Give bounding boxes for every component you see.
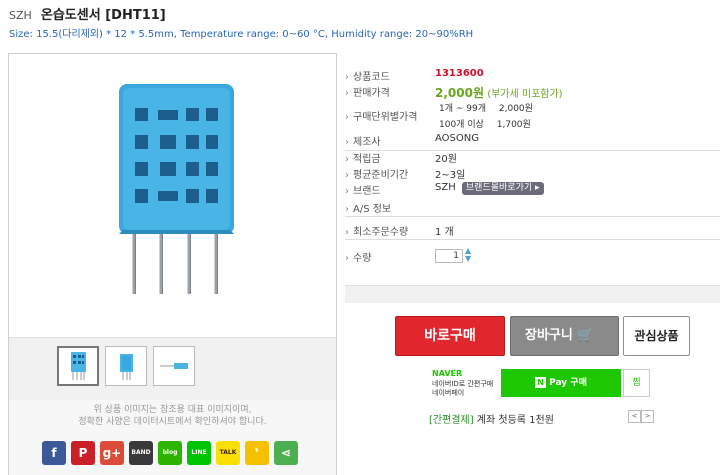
product-spec-subtitle: Size: 15.5(다리제외) * 12 * 5.5mm, Temperatu… bbox=[9, 29, 474, 40]
naver-pay-button[interactable]: N Pay 구매 bbox=[501, 369, 621, 397]
buy-now-button[interactable]: 바로구매 bbox=[395, 316, 505, 356]
maker-label: 제조사 bbox=[345, 133, 433, 148]
wishlist-button[interactable]: 관심상품 bbox=[623, 316, 690, 356]
quantity-input[interactable]: 1 bbox=[435, 249, 463, 263]
thumbnail-front-image bbox=[71, 352, 86, 380]
simple-pay-text: 계좌 첫등록 1천원 bbox=[473, 415, 554, 426]
disclaimer-line-2: 정확한 사양은 데이터시트에서 확인하셔야 합니다. bbox=[78, 417, 267, 427]
divider-1 bbox=[345, 150, 720, 151]
price-vat-note: (부가세 미포함가) bbox=[487, 89, 563, 100]
naver-pay-label: Pay 구매 bbox=[549, 378, 587, 388]
dht11-sensor-image bbox=[119, 84, 234, 294]
thumbnail-side[interactable] bbox=[153, 346, 195, 386]
brand-label: 브랜드 bbox=[345, 182, 433, 197]
tier-2: 100개 이상 1,700원 bbox=[439, 117, 531, 133]
points-label: 적립금 bbox=[345, 150, 433, 165]
tier-2-price: 1,700원 bbox=[496, 120, 531, 130]
simple-pay-tag: [간편결제] bbox=[429, 415, 474, 426]
kakaotalk-share-icon[interactable]: TALK bbox=[216, 441, 240, 465]
product-code-label: 상품코드 bbox=[345, 68, 433, 83]
quantity-down-icon[interactable]: ▼ bbox=[465, 255, 473, 263]
kakaostory-share-icon[interactable]: ❜ bbox=[245, 441, 269, 465]
lead-time-label: 평균준비기간 bbox=[345, 166, 433, 181]
image-disclaimer: 위 상품 이미지는 참조용 대표 이미지이며, 정확한 사양은 데이터시트에서 … bbox=[9, 400, 336, 440]
naver-zzim-button[interactable]: 찜 bbox=[623, 369, 650, 397]
pinterest-share-icon[interactable]: P bbox=[71, 441, 95, 465]
blog-share-icon[interactable]: blog bbox=[158, 441, 182, 465]
tier-1-price: 2,000원 bbox=[498, 104, 533, 114]
page-title: 온습도센서 [DHT11] bbox=[40, 8, 166, 23]
brand-value: SZH bbox=[435, 182, 456, 193]
tier-price-label: 구매단위별가격 bbox=[345, 108, 433, 123]
google-plus-share-icon[interactable]: g+ bbox=[100, 441, 124, 465]
tier-1-qty: 1개 ~ 99개 bbox=[439, 104, 487, 114]
promo-pager: < > bbox=[628, 410, 654, 423]
quantity-stepper[interactable]: ▲ ▼ bbox=[465, 247, 473, 263]
price-value-group: 2,000원 (부가세 미포함가) bbox=[435, 84, 563, 101]
divider-2 bbox=[345, 216, 720, 217]
facebook-share-icon[interactable]: f bbox=[42, 441, 66, 465]
min-order-value: 1 개 bbox=[435, 227, 454, 238]
tier-2-qty: 100개 이상 bbox=[439, 120, 484, 130]
band-share-icon[interactable]: BAND bbox=[129, 441, 153, 465]
promo-next-icon[interactable]: > bbox=[641, 410, 654, 423]
line-share-icon[interactable]: LINE bbox=[187, 441, 211, 465]
price-label: 판매가격 bbox=[345, 84, 433, 99]
share-share-icon[interactable]: ⋖ bbox=[274, 441, 298, 465]
thumbnail-angle-image bbox=[120, 354, 133, 380]
option-bar bbox=[345, 285, 720, 303]
quantity-label: 수량 bbox=[345, 249, 433, 264]
promo-prev-icon[interactable]: < bbox=[628, 410, 641, 423]
share-buttons: f Pg+ BAND blog LINE TALK ❜ ⋖ bbox=[9, 440, 336, 475]
naver-n-icon: N bbox=[535, 377, 547, 388]
thumbnail-strip bbox=[9, 337, 336, 400]
disclaimer-line-1: 위 상품 이미지는 참조용 대표 이미지이며, bbox=[93, 405, 252, 415]
brand-prefix: SZH bbox=[9, 9, 32, 22]
thumbnail-front[interactable] bbox=[57, 346, 99, 386]
simple-pay-promo: [간편결제] 계좌 첫등록 1천원 bbox=[429, 411, 554, 426]
divider-3 bbox=[345, 239, 720, 240]
naver-line-2: 네이버페이 bbox=[432, 389, 465, 397]
product-code: 1313600 bbox=[435, 68, 484, 79]
lead-time-value: 2~3일 bbox=[435, 170, 466, 181]
tier-1: 1개 ~ 99개 2,000원 bbox=[439, 101, 533, 117]
title-row: SZH 온습도센서 [DHT11] bbox=[9, 4, 166, 23]
naver-logo: NAVER bbox=[432, 369, 463, 378]
points-value: 20원 bbox=[435, 154, 457, 165]
product-gallery: 위 상품 이미지는 참조용 대표 이미지이며, 정확한 사양은 데이터시트에서 … bbox=[8, 53, 337, 475]
thumbnail-angle[interactable] bbox=[105, 346, 147, 386]
main-product-image bbox=[9, 54, 336, 337]
as-info-label[interactable]: A/S 정보 bbox=[345, 200, 433, 215]
min-order-label: 최소주문수량 bbox=[345, 223, 433, 238]
naver-pay-box: NAVER 네이버ID로 간편구매 네이버페이 N Pay 구매 찜 bbox=[424, 364, 656, 402]
thumbnail-side-image bbox=[160, 363, 188, 369]
brand-value-group: SZH 브랜드몰바로가기 ▸ bbox=[435, 182, 544, 195]
brand-mall-link[interactable]: 브랜드몰바로가기 ▸ bbox=[461, 182, 544, 195]
price-value: 2,000원 bbox=[435, 86, 484, 100]
add-to-cart-button[interactable]: 장바구니 🛒 bbox=[510, 316, 619, 356]
maker-value: AOSONG bbox=[435, 133, 479, 144]
